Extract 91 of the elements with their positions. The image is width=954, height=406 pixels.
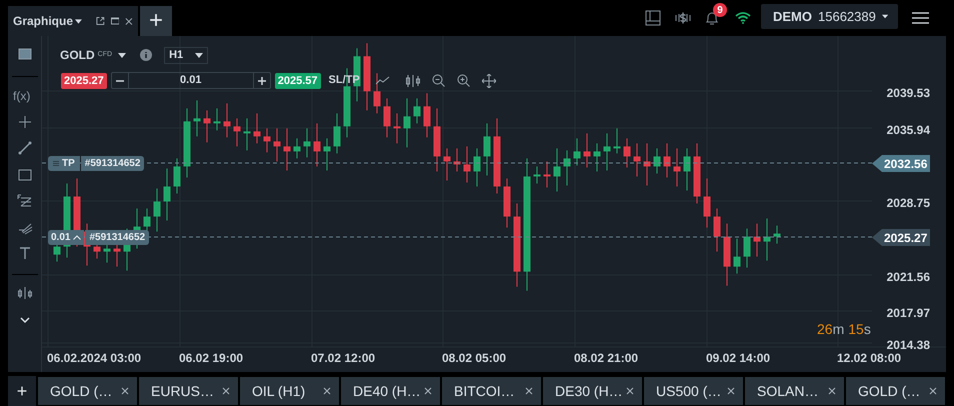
account-dropdown[interactable]: DEMO 15662389	[761, 4, 898, 29]
close-icon[interactable]	[929, 387, 937, 395]
tab-label: BITCOI…	[454, 382, 515, 400]
price-axis-label: 2028.75	[886, 195, 930, 212]
maximize-icon[interactable]	[110, 16, 120, 26]
line-tool-icon[interactable]	[17, 140, 33, 156]
timeframe-value: H1	[169, 48, 184, 63]
rectangle-icon[interactable]	[17, 167, 33, 183]
zoom-in-icon[interactable]	[456, 74, 470, 87]
price-marker: 2032.56	[872, 155, 930, 172]
add-tab-button[interactable]: +	[8, 376, 36, 406]
sell-price-button[interactable]: 2025.27	[61, 72, 107, 88]
symbol-tab[interactable]: OIL (H1)	[240, 377, 339, 405]
volume-value: 0.01	[128, 73, 254, 88]
price-axis-label: 2021.56	[886, 269, 930, 286]
menu-icon[interactable]	[912, 12, 929, 24]
countdown-text: 26	[817, 320, 833, 339]
time-axis-label: 08.02 05:00	[442, 350, 506, 367]
time-axis-label: 07.02 12:00	[311, 350, 376, 367]
close-icon[interactable]	[222, 387, 230, 395]
tab-label: DE40 (H…	[353, 382, 421, 401]
symbol-tab[interactable]: DE40 (H…	[341, 377, 440, 405]
price-axis-label: 2017.97	[886, 305, 930, 322]
time-axis-label: 08.02 21:00	[574, 350, 638, 367]
time-axis-label: 09.02 14:00	[706, 350, 770, 367]
close-icon[interactable]	[626, 387, 634, 395]
function-button[interactable]: f(x)	[13, 90, 30, 102]
chevron-up-icon	[73, 235, 82, 240]
timeframe-dropdown[interactable]: H1	[164, 46, 208, 64]
popout-icon[interactable]	[96, 16, 105, 26]
symbol-tab[interactable]: DE30 (H…	[543, 377, 642, 405]
order-ticket-label: #591314652	[85, 230, 150, 245]
info-icon[interactable]	[140, 49, 152, 61]
price-axis-label: 2035.94	[886, 122, 930, 139]
caret-icon[interactable]	[118, 52, 126, 58]
text-tool-icon[interactable]	[17, 245, 33, 261]
tab-label: GOLD (…	[50, 382, 112, 401]
position-volume-tag[interactable]: 0.01	[48, 230, 84, 245]
symbol-tab[interactable]: BITCOI…	[442, 377, 541, 405]
indicator-icon[interactable]	[17, 285, 33, 301]
price-marker: 2025.27	[872, 229, 930, 246]
symbol-tab[interactable]: GOLD (…	[846, 377, 945, 405]
candles-icon[interactable]	[406, 74, 420, 88]
order-tag-label: TP	[62, 157, 75, 171]
plus-icon[interactable]	[258, 76, 266, 84]
symbol-tab[interactable]: SOLAN…	[745, 377, 844, 405]
price-axis-label: 2039.53	[886, 85, 930, 102]
wifi-icon	[735, 12, 751, 24]
tab-label: EURUS…	[151, 382, 214, 400]
account-mode: DEMO	[773, 8, 812, 26]
close-icon[interactable]	[828, 387, 836, 395]
volume-stepper[interactable]: 0.01	[110, 72, 271, 89]
symbol-name[interactable]: GOLD	[60, 46, 95, 64]
position-volume: 0.01	[51, 231, 70, 245]
close-icon[interactable]	[424, 387, 432, 395]
tab-label: OIL (H1)	[252, 382, 306, 401]
drag-handle-icon	[53, 161, 59, 166]
tab-label: SOLAN…	[757, 382, 818, 400]
symbol-tab[interactable]: US500 (…	[644, 377, 743, 405]
dollar-signal-icon[interactable]	[673, 11, 693, 25]
crosshair-icon[interactable]	[17, 114, 33, 130]
fibonacci-icon[interactable]	[17, 193, 33, 209]
take-profit-tag[interactable]: TP	[48, 156, 80, 171]
close-icon[interactable]	[323, 387, 331, 395]
close-icon[interactable]	[525, 387, 533, 395]
add-tab-button[interactable]: +	[140, 6, 172, 36]
countdown-text: 15	[848, 320, 864, 339]
time-axis-label: 06.02.2024 03:00	[47, 350, 142, 367]
close-icon[interactable]	[125, 16, 133, 26]
line-chart-icon[interactable]	[376, 76, 390, 86]
panel-tab[interactable]: Graphique	[8, 6, 138, 36]
time-axis-label: 06.02 19:00	[179, 350, 244, 367]
close-icon[interactable]	[727, 387, 735, 395]
countdown-text: m	[832, 320, 844, 339]
order-ticket-label: #591314652	[80, 156, 144, 171]
account-number: 15662389	[818, 8, 876, 26]
symbol-tab[interactable]: EURUS…	[139, 377, 238, 405]
countdown-text: s	[864, 320, 871, 339]
notification-badge: 9	[713, 3, 727, 17]
tab-label: DE30 (H…	[555, 382, 623, 401]
panel-title: Graphique	[13, 13, 74, 30]
caret-icon	[195, 52, 204, 58]
move-icon[interactable]	[482, 74, 496, 88]
tab-label: GOLD (…	[858, 382, 920, 401]
tab-label: US500 (…	[656, 382, 722, 401]
close-icon[interactable]	[121, 387, 129, 395]
caret-icon	[75, 18, 82, 24]
layout-icon[interactable]	[645, 10, 661, 26]
zoom-out-icon[interactable]	[432, 74, 445, 87]
caret-icon	[882, 14, 888, 19]
symbol-tab[interactable]: GOLD (…	[38, 377, 137, 405]
